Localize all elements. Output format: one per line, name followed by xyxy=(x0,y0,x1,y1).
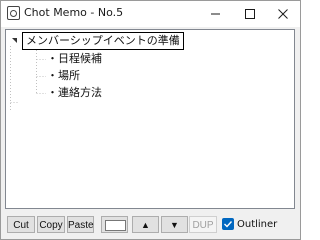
outline-tree[interactable]: メンバーシップイベントの準備 ・日程候補 ・場所 ・連絡方法 xyxy=(5,29,295,209)
maximize-button[interactable] xyxy=(233,1,265,27)
title-bar[interactable]: Chot Memo - No.5 xyxy=(1,1,300,27)
minimize-icon xyxy=(211,13,220,15)
maximize-icon xyxy=(245,9,255,19)
window-title: Chot Memo - No.5 xyxy=(24,6,124,19)
outliner-checkbox[interactable] xyxy=(222,218,234,230)
move-up-button[interactable]: ▲ xyxy=(132,216,159,233)
tree-child-node[interactable]: ・連絡方法 xyxy=(47,86,102,100)
outliner-label: Outliner xyxy=(237,219,278,230)
arrow-up-icon: ▲ xyxy=(141,220,150,230)
tree-child-node[interactable]: ・日程候補 xyxy=(47,52,102,66)
color-picker-button[interactable] xyxy=(101,216,128,233)
app-window: Chot Memo - No.5 メンバーシップイベントの準備 ・日程候補 ・場… xyxy=(0,0,301,240)
tree-root-node[interactable]: メンバーシップイベントの準備 xyxy=(22,32,184,50)
tree-child-node[interactable]: ・場所 xyxy=(47,69,80,83)
app-icon[interactable] xyxy=(7,6,20,20)
paste-button[interactable]: Paste xyxy=(67,216,94,233)
duplicate-button[interactable]: DUP xyxy=(189,216,217,233)
cut-button[interactable]: Cut xyxy=(7,216,35,233)
minimize-button[interactable] xyxy=(199,1,231,27)
close-icon xyxy=(278,9,288,19)
arrow-down-icon: ▼ xyxy=(170,220,179,230)
close-button[interactable] xyxy=(267,1,299,27)
bottom-toolbar: Cut Copy Paste ▲ ▼ DUP Outliner xyxy=(1,209,300,239)
copy-button[interactable]: Copy xyxy=(37,216,65,233)
collapse-toggle-icon xyxy=(12,38,17,43)
checkmark-icon xyxy=(224,221,233,228)
color-swatch xyxy=(105,220,126,231)
move-down-button[interactable]: ▼ xyxy=(161,216,188,233)
